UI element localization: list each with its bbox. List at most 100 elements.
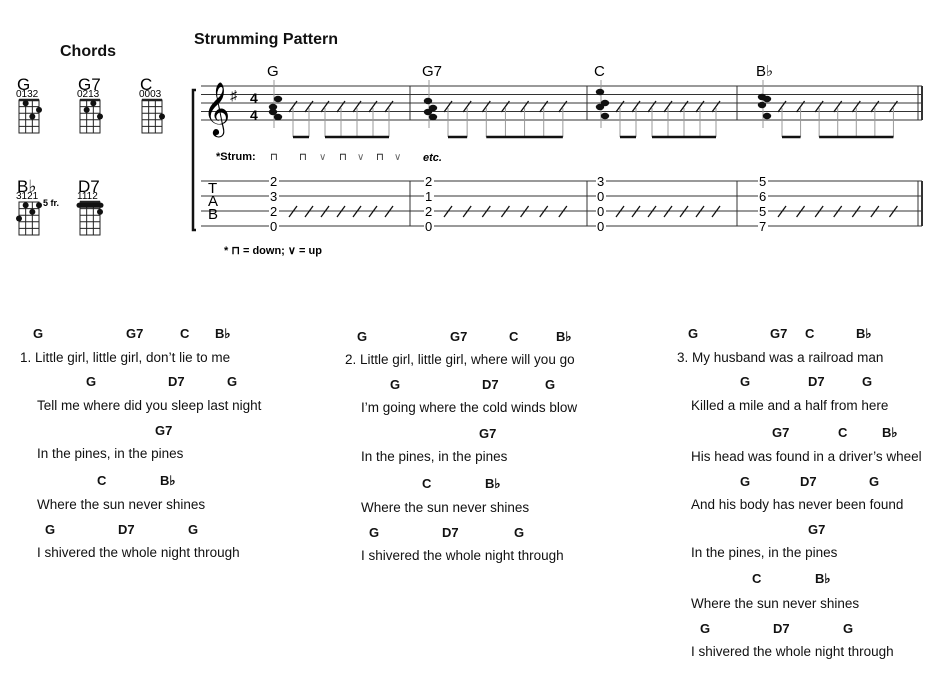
- chord-symbol: C: [422, 476, 432, 491]
- lyric-line: I shivered the whole night through: [37, 545, 240, 560]
- chord-symbol: G: [33, 326, 44, 341]
- tab-number: 0: [597, 204, 604, 219]
- system-bracket: [191, 88, 196, 232]
- notehead: [273, 113, 283, 121]
- tab-number: 2: [270, 204, 277, 219]
- measure-chord: G: [267, 63, 279, 80]
- chord-symbol: D7: [442, 525, 459, 540]
- notehead: [595, 103, 605, 111]
- tab-number: 3: [270, 189, 277, 204]
- chord-symbol: G: [740, 474, 751, 489]
- strumming-notation: 𝄞 ♯ 44TABG2320G72120C3000B♭5657*Strum: ⊓ ⊓ ∨ ⊓…: [191, 63, 923, 257]
- tab-number: 0: [425, 219, 432, 234]
- chord-symbol: B♭: [856, 326, 872, 341]
- notehead: [762, 112, 772, 120]
- strum-down-icon: ⊓: [376, 152, 384, 163]
- chord-symbol: B♭: [556, 329, 572, 344]
- chord-symbol: G7: [772, 425, 790, 440]
- tab-number: 2: [425, 204, 432, 219]
- lyric-line: I shivered the whole night through: [691, 644, 894, 659]
- measure-chord: C: [594, 63, 605, 80]
- lyric-line: 1. Little girl, little girl, don’t lie t…: [20, 350, 231, 365]
- chord-symbol: D7: [800, 474, 817, 489]
- chord-symbol: C: [97, 473, 107, 488]
- measure-chord: G7: [422, 63, 442, 80]
- chord-symbol: D7: [482, 377, 499, 392]
- notehead: [428, 113, 438, 121]
- tab-number: 6: [759, 189, 766, 204]
- chord-symbol: C: [752, 571, 762, 586]
- chord-symbol: B♭: [160, 473, 176, 488]
- chord-symbol: G: [86, 374, 97, 389]
- chord-symbol: G: [545, 377, 556, 392]
- lyric-line: I’m going where the cold winds blow: [361, 400, 578, 415]
- chord-symbol: D7: [808, 374, 825, 389]
- tab-number: 5: [759, 204, 766, 219]
- strum-down-icon: ⊓: [299, 152, 307, 163]
- chord-symbol: G: [869, 474, 880, 489]
- chord-symbol: G7: [770, 326, 788, 341]
- chord-symbol: G: [227, 374, 238, 389]
- lyric-line: In the pines, in the pines: [37, 446, 184, 461]
- tab-number: 1: [425, 189, 432, 204]
- lyric-line: Where the sun never shines: [691, 596, 860, 611]
- lyric-line: And his body has never been found: [691, 497, 904, 512]
- treble-clef-icon: 𝄞: [203, 82, 230, 137]
- lyric-line: In the pines, in the pines: [361, 449, 508, 464]
- strum-label: *Strum:: [216, 151, 256, 163]
- lyric-line: His head was found in a driver’s wheel: [691, 449, 922, 464]
- tab-number: 5: [759, 174, 766, 189]
- tab-number: 0: [270, 219, 277, 234]
- chord-symbol: G7: [479, 426, 497, 441]
- chord-symbol: G: [862, 374, 873, 389]
- lyric-line: 3. My husband was a railroad man: [677, 350, 884, 365]
- chord-symbol: G: [740, 374, 751, 389]
- measure-chord: B♭: [756, 63, 773, 80]
- lyric-line: I shivered the whole night through: [361, 548, 564, 563]
- chord-symbol: G: [700, 621, 711, 636]
- chord-symbol: G: [390, 377, 401, 392]
- chord-symbol: B♭: [485, 476, 501, 491]
- sharp-icon: ♯: [230, 87, 238, 103]
- chord-symbol: G7: [155, 423, 173, 438]
- chord-symbol: B♭: [815, 571, 831, 586]
- strum-down-icon: ⊓: [339, 152, 347, 163]
- tab-letter: B: [208, 206, 218, 223]
- chord-symbol: C: [805, 326, 815, 341]
- strum-footnote: * ⊓ = down; ∨ = up: [224, 245, 322, 257]
- lyric-line: Where the sun never shines: [361, 500, 530, 515]
- lyric-line: Where the sun never shines: [37, 497, 206, 512]
- chord-symbol: G: [843, 621, 854, 636]
- strum-etc: etc.: [423, 152, 442, 164]
- chord-symbol: B♭: [882, 425, 898, 440]
- tab-number: 0: [597, 189, 604, 204]
- chord-symbol: G7: [808, 522, 826, 537]
- notehead: [600, 112, 610, 120]
- lyric-line: 2. Little girl, little girl, where will …: [345, 352, 575, 367]
- lyric-line: Tell me where did you sleep last night: [37, 398, 262, 413]
- tab-number: 2: [270, 174, 277, 189]
- notehead: [762, 95, 772, 103]
- chord-symbol: B♭: [215, 326, 231, 341]
- chord-symbol: C: [180, 326, 190, 341]
- chord-symbol: G: [688, 326, 699, 341]
- chord-symbol: C: [838, 425, 848, 440]
- chord-symbol: D7: [118, 522, 135, 537]
- chord-symbol: C: [509, 329, 519, 344]
- chord-symbol: G: [45, 522, 56, 537]
- song-sheet: Chords Strumming Pattern G 0132 G7 0213 C 000…: [0, 0, 938, 694]
- strum-up-icon: ∨: [394, 152, 401, 163]
- chord-symbol: G7: [126, 326, 144, 341]
- chord-symbol: G: [188, 522, 199, 537]
- tab-number: 2: [425, 174, 432, 189]
- chord-symbol: G: [369, 525, 380, 540]
- tab-number: 0: [597, 219, 604, 234]
- lyric-line: In the pines, in the pines: [691, 545, 838, 560]
- lyric-line: Killed a mile and a half from here: [691, 398, 889, 413]
- notehead: [423, 97, 433, 105]
- time-sig-top: 4: [250, 90, 258, 106]
- chord-symbol: D7: [168, 374, 185, 389]
- strum-up-icon: ∨: [357, 152, 364, 163]
- strum-up-icon: ∨: [319, 152, 326, 163]
- time-sig-bottom: 4: [250, 107, 258, 123]
